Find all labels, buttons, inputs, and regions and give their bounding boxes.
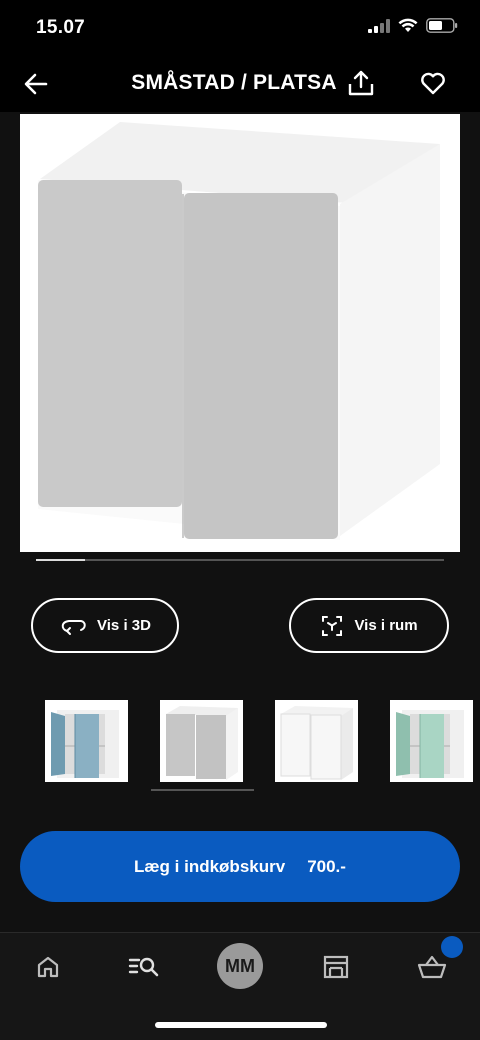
favorite-button[interactable] xyxy=(419,69,447,97)
battery-icon xyxy=(426,18,458,33)
page-title: SMÅSTAD / PLATSA xyxy=(0,71,480,95)
nav-stores[interactable] xyxy=(318,949,354,985)
home-indicator xyxy=(155,1022,327,1028)
avatar-initials: MM xyxy=(225,955,255,976)
status-bar: 15.07 xyxy=(0,0,480,56)
nav-search[interactable] xyxy=(126,949,162,985)
share-icon xyxy=(348,70,374,96)
page-title-text: SMÅSTAD / PLATSA xyxy=(131,71,337,94)
view-in-room-label: Vis i rum xyxy=(354,617,418,634)
store-icon xyxy=(323,955,349,979)
cabinet-illustration xyxy=(38,122,440,540)
add-to-cart-button[interactable]: Læg i indkøbskurv 700.- xyxy=(20,831,460,902)
variant-image-grey xyxy=(166,706,238,780)
variant-image-blue xyxy=(51,710,119,778)
product-image[interactable] xyxy=(20,114,460,552)
gallery-progress-fill xyxy=(36,559,85,561)
status-time: 15.07 xyxy=(36,17,86,38)
variant-thumb-grey[interactable] xyxy=(160,700,243,782)
add-to-cart-label: Læg i indkøbskurv xyxy=(134,856,286,876)
basket-icon xyxy=(417,955,447,979)
avatar[interactable]: MM xyxy=(217,943,263,989)
variant-thumb-blue[interactable] xyxy=(45,700,128,782)
variant-image-white xyxy=(280,706,353,780)
view-3d-label: Vis i 3D xyxy=(97,617,151,634)
nav-home[interactable] xyxy=(30,949,66,985)
variant-thumb-mint[interactable] xyxy=(390,700,473,782)
variant-thumb-white[interactable] xyxy=(275,700,358,782)
ar-cube-icon xyxy=(322,615,343,636)
share-button[interactable] xyxy=(346,68,376,98)
home-icon xyxy=(37,956,59,978)
search-list-icon xyxy=(128,957,159,977)
status-icons xyxy=(368,18,458,33)
cart-badge xyxy=(441,936,463,958)
rotate-3d-icon xyxy=(61,619,86,635)
price: 700.- xyxy=(307,856,346,876)
heart-icon xyxy=(421,72,445,95)
top-bar: SMÅSTAD / PLATSA xyxy=(0,56,480,112)
gallery-progress xyxy=(36,559,444,561)
view-3d-button[interactable]: Vis i 3D xyxy=(31,598,179,653)
selected-variant-indicator xyxy=(151,789,254,791)
signal-icon xyxy=(368,18,390,33)
wifi-icon xyxy=(398,18,418,32)
variant-image-mint xyxy=(396,710,464,778)
view-in-room-button[interactable]: Vis i rum xyxy=(289,598,449,653)
